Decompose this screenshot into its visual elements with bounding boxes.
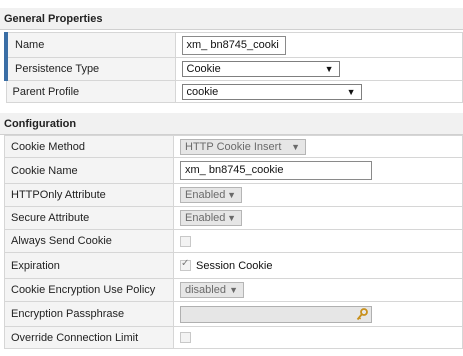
override-limit-label: Override Connection Limit: [4, 326, 174, 349]
configuration-table: Cookie Method HTTP Cookie Insert ▼ Cookie…: [4, 135, 463, 349]
dropdown-arrow-icon: ▼: [346, 86, 356, 97]
row-name: Name xm_ bn8745_cooki: [4, 32, 463, 58]
persistence-type-selected: Cookie: [186, 63, 221, 75]
override-limit-checkbox[interactable]: [180, 332, 191, 344]
session-cookie-label: Session Cookie: [196, 259, 273, 272]
row-httponly: HTTPOnly Attribute Enabled ▼: [4, 183, 463, 207]
override-limit-value-cell: [173, 326, 463, 349]
dropdown-arrow-icon: ▼: [227, 190, 236, 200]
name-label: Name: [4, 32, 176, 58]
general-properties-table: Name xm_ bn8745_cooki Persistence Type C…: [4, 32, 463, 103]
httponly-select: Enabled ▼: [180, 187, 242, 203]
encryption-policy-selected: disabled: [185, 284, 226, 296]
general-properties-header: General Properties: [0, 8, 463, 30]
cookie-method-label: Cookie Method: [4, 135, 174, 158]
persistence-type-value-cell: Cookie ▼: [174, 57, 463, 81]
secure-value-cell: Enabled ▼: [173, 206, 463, 230]
secure-select: Enabled ▼: [180, 210, 242, 226]
dropdown-arrow-icon: ▼: [291, 141, 300, 152]
row-always-send: Always Send Cookie: [4, 229, 463, 253]
persistence-type-label: Persistence Type: [4, 57, 176, 81]
parent-profile-value-cell: cookie ▼: [174, 80, 463, 103]
passphrase-value-cell: [173, 301, 463, 327]
row-encryption-policy: Cookie Encryption Use Policy disabled ▼: [4, 278, 463, 302]
always-send-label: Always Send Cookie: [4, 229, 174, 253]
expiration-label: Expiration: [4, 252, 174, 279]
row-passphrase: Encryption Passphrase: [4, 301, 463, 327]
cookie-method-selected: HTTP Cookie Insert: [185, 140, 282, 153]
expiration-value-cell: Session Cookie: [173, 252, 463, 279]
always-send-checkbox[interactable]: [180, 235, 191, 247]
row-secure: Secure Attribute Enabled ▼: [4, 206, 463, 230]
dropdown-arrow-icon: ▼: [324, 64, 334, 74]
configuration-header: Configuration: [0, 113, 463, 135]
passphrase-input: [180, 305, 372, 323]
row-cookie-name: Cookie Name xm_ bn8745_cookie: [4, 157, 463, 184]
cookie-method-value-cell: HTTP Cookie Insert ▼: [173, 135, 463, 158]
parent-profile-selected: cookie: [186, 85, 219, 98]
parent-profile-select[interactable]: cookie ▼: [181, 83, 362, 100]
row-cookie-method: Cookie Method HTTP Cookie Insert ▼: [4, 135, 463, 158]
name-value-cell: xm_ bn8745_cooki: [174, 32, 463, 58]
row-parent-profile: Parent Profile cookie ▼: [5, 80, 463, 103]
httponly-selected: Enabled: [185, 189, 226, 201]
cookie-name-label: Cookie Name: [4, 157, 174, 184]
persistence-type-select[interactable]: Cookie ▼: [181, 61, 340, 77]
session-cookie-checkbox[interactable]: [180, 258, 191, 272]
parent-profile-label: Parent Profile: [5, 80, 176, 103]
secure-selected: Enabled: [185, 212, 226, 224]
row-override-limit: Override Connection Limit: [4, 326, 463, 349]
httponly-label: HTTPOnly Attribute: [4, 183, 174, 207]
httponly-value-cell: Enabled ▼: [173, 183, 463, 207]
dropdown-arrow-icon: ▼: [227, 213, 236, 223]
key-icon: [356, 307, 368, 320]
passphrase-label: Encryption Passphrase: [4, 301, 174, 327]
encryption-policy-value-cell: disabled ▼: [173, 278, 463, 302]
encryption-policy-label: Cookie Encryption Use Policy: [4, 278, 174, 302]
cookie-method-select: HTTP Cookie Insert ▼: [180, 138, 306, 155]
name-input[interactable]: xm_ bn8745_cooki: [181, 35, 286, 55]
cookie-name-input[interactable]: xm_ bn8745_cookie: [180, 161, 372, 180]
secure-label: Secure Attribute: [4, 206, 174, 230]
always-send-value-cell: [173, 229, 463, 253]
dropdown-arrow-icon: ▼: [229, 285, 238, 295]
row-expiration: Expiration Session Cookie: [4, 252, 463, 279]
encryption-policy-select: disabled ▼: [180, 282, 244, 298]
row-persistence-type: Persistence Type Cookie ▼: [4, 57, 463, 81]
cookie-name-value-cell: xm_ bn8745_cookie: [173, 157, 463, 184]
